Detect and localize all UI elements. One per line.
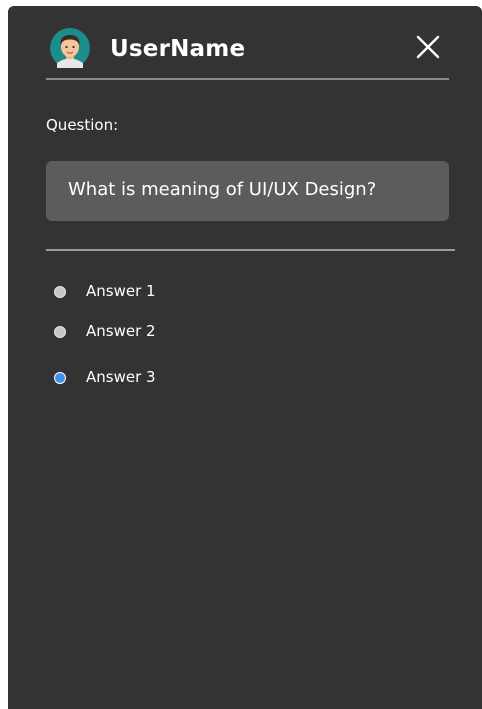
question-box: What is meaning of UI/UX Design?: [46, 161, 449, 221]
radio-unselected-icon[interactable]: [54, 326, 66, 338]
answer-label: Answer 1: [86, 282, 156, 300]
username-label: UserName: [110, 36, 246, 62]
radio-unselected-icon[interactable]: [54, 286, 66, 298]
question-text: What is meaning of UI/UX Design?: [68, 179, 377, 200]
radio-selected-icon[interactable]: [54, 372, 66, 384]
user-avatar-icon: [50, 28, 90, 68]
panel-header: UserName: [46, 26, 449, 80]
divider: [46, 249, 455, 251]
question-label: Question:: [46, 116, 119, 134]
answer-label: Answer 2: [86, 322, 156, 340]
answer-label: Answer 3: [86, 368, 156, 386]
close-icon[interactable]: [415, 34, 441, 60]
question-panel: UserName Question: What is meaning of UI…: [8, 6, 482, 709]
